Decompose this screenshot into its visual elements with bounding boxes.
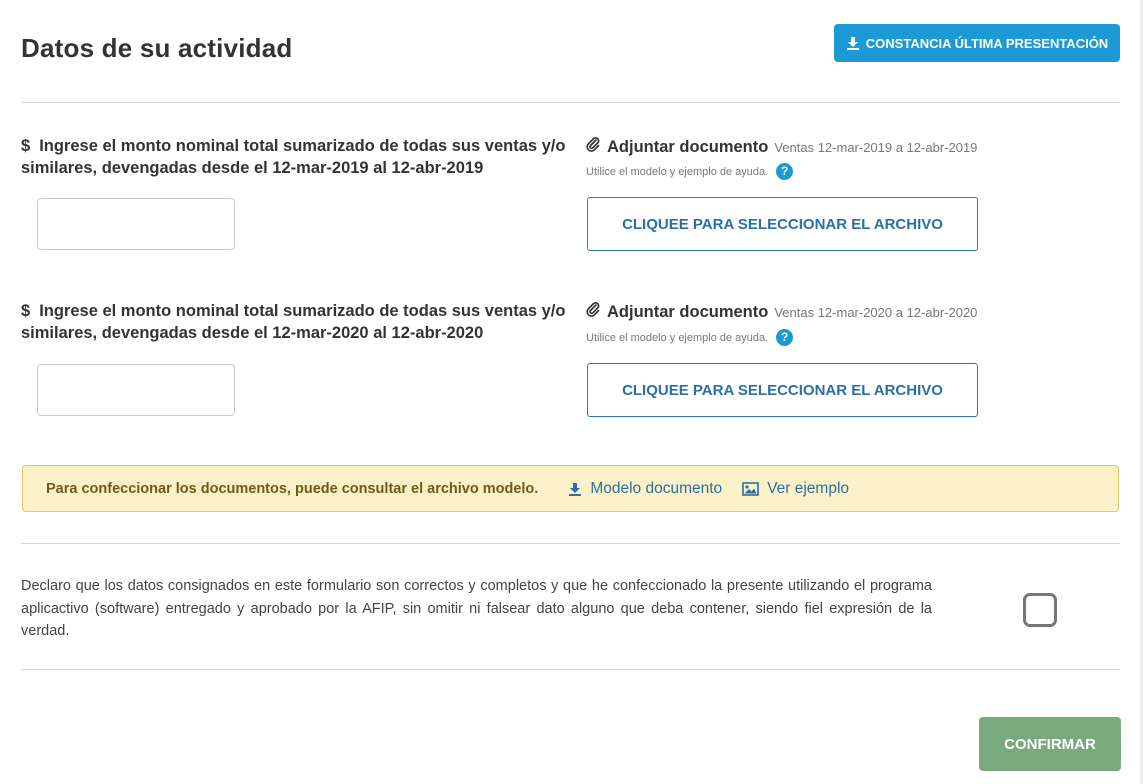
model-notice-banner: Para confeccionar los documentos, puede … [22,465,1119,512]
amount-input-2019[interactable] [37,198,235,250]
amount-question-text: Ingrese el monto nominal total sumarizad… [21,137,566,177]
help-question-icon[interactable]: ? [776,329,794,346]
declaration-checkbox[interactable] [1023,593,1057,627]
constancia-ultima-presentacion-button[interactable]: CONSTANCIA ÚLTIMA PRESENTACIÓN [834,24,1120,62]
amount-question-label-2019: $ Ingrese el monto nominal total sumariza… [21,135,566,179]
select-file-button-2019[interactable]: CLIQUEE PARA SELECCIONAR EL ARCHIVO [587,197,978,251]
amount-input-2020[interactable] [37,364,235,416]
attach-document-header-2019: Adjuntar documento Ventas 12-mar-2019 a 1… [585,136,977,157]
divider-middle [21,543,1120,544]
help-text-2019: Utilice el modelo y ejemplo de ayuda. ? [586,163,794,180]
attach-document-period: Ventas 12-mar-2019 a 12-abr-2019 [774,140,978,155]
divider-top [21,102,1120,103]
model-document-link-label: Modelo documento [590,479,723,497]
attach-document-period: Ventas 12-mar-2020 a 12-abr-2020 [774,305,978,320]
paperclip-icon [585,301,601,322]
image-icon [742,481,759,496]
amount-question-text: Ingrese el monto nominal total sumarizad… [21,302,566,342]
select-file-button-2020[interactable]: CLIQUEE PARA SELECCIONAR EL ARCHIVO [587,363,978,417]
dollar-icon: $ [21,137,31,155]
page-title: Datos de su actividad [21,33,293,63]
help-text-label: Utilice el modelo y ejemplo de ayuda. [586,331,769,344]
download-icon [846,37,859,50]
notice-text: Para confeccionar los documentos, puede … [46,480,539,497]
amount-question-label-2020: $ Ingrese el monto nominal total sumariza… [21,300,566,344]
attach-document-title: Adjuntar documento [607,303,769,321]
constancia-button-label: CONSTANCIA ÚLTIMA PRESENTACIÓN [865,35,1109,51]
confirm-button[interactable]: CONFIRMAR [979,717,1121,771]
paperclip-icon [585,136,601,157]
declaration-text: Declaro que los datos consignados en est… [21,578,932,639]
attach-document-header-2020: Adjuntar documento Ventas 12-mar-2020 a 1… [585,301,977,322]
model-document-link[interactable]: Modelo documento [568,480,722,498]
help-text-label: Utilice el modelo y ejemplo de ayuda. [586,165,769,178]
view-example-link[interactable]: Ver ejemplo [742,480,849,498]
help-question-icon[interactable]: ? [776,163,794,180]
dollar-icon: $ [21,302,31,320]
help-text-2020: Utilice el modelo y ejemplo de ayuda. ? [586,329,794,346]
attach-document-title: Adjuntar documento [607,138,769,156]
view-example-link-label: Ver ejemplo [767,479,850,497]
divider-bottom [21,669,1120,670]
download-icon [569,482,582,496]
